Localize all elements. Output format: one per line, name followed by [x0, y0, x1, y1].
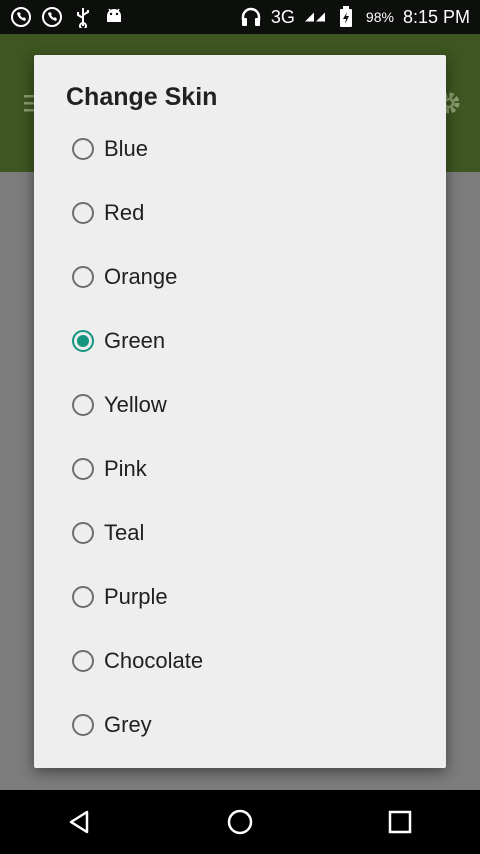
home-icon[interactable]	[220, 802, 260, 842]
change-skin-dialog: Change Skin Blue Red Orange Green Yellow Pink…	[34, 55, 446, 768]
clock: 8:15 PM	[402, 6, 470, 27]
radio-button[interactable]	[72, 650, 94, 672]
status-bar: 3G 98% 8:15 PM	[0, 0, 480, 34]
network-type: 3G	[270, 6, 295, 27]
skin-option-label: Blue	[104, 136, 149, 161]
signal-icon	[304, 6, 326, 28]
skin-option-label: Purple	[104, 584, 168, 609]
usb-icon	[72, 6, 94, 28]
phone-icon	[10, 6, 32, 28]
skin-option-label: Green	[104, 328, 166, 353]
skin-option-grey[interactable]: Grey	[72, 693, 432, 757]
radio-button[interactable]	[72, 714, 94, 736]
skin-option-purple[interactable]: Purple	[72, 565, 432, 629]
radio-button[interactable]	[72, 202, 94, 224]
android-icon	[103, 6, 125, 28]
skin-option-yellow[interactable]: Yellow	[72, 373, 432, 437]
skin-option-label: Teal	[104, 520, 145, 545]
status-bar-left	[10, 6, 125, 28]
skin-option-label: Grey	[104, 712, 152, 737]
skin-option-teal[interactable]: Teal	[72, 501, 432, 565]
skin-option-label: Pink	[104, 456, 147, 481]
navigation-bar	[0, 790, 480, 854]
skin-option-green[interactable]: Green	[72, 309, 432, 373]
skin-option-blue[interactable]: Blue	[72, 117, 432, 181]
skin-option-pink[interactable]: Pink	[72, 437, 432, 501]
skin-options-list: Blue Red Orange Green Yellow Pink Teal Purple Ch…	[72, 117, 432, 757]
radio-button[interactable]	[72, 266, 94, 288]
skin-option-label: Yellow	[104, 392, 167, 417]
radio-button-checked[interactable]	[72, 330, 94, 352]
recents-icon[interactable]	[380, 802, 420, 842]
battery-charging-icon	[335, 6, 357, 28]
skin-option-label: Orange	[104, 264, 178, 289]
phone-icon	[41, 6, 63, 28]
radio-button[interactable]	[72, 394, 94, 416]
skin-option-orange[interactable]: Orange	[72, 245, 432, 309]
status-bar-right: 3G 98% 8:15 PM	[240, 6, 470, 28]
skin-option-red[interactable]: Red	[72, 181, 432, 245]
skin-option-label: Red	[104, 200, 145, 225]
skin-option-label: Chocolate	[104, 648, 204, 673]
headset-icon	[240, 6, 262, 28]
radio-button[interactable]	[72, 522, 94, 544]
back-icon[interactable]	[60, 802, 100, 842]
dialog-title: Change Skin	[66, 83, 218, 111]
battery-level: 98%	[365, 9, 394, 25]
radio-button[interactable]	[72, 138, 94, 160]
radio-button[interactable]	[72, 458, 94, 480]
skin-option-chocolate[interactable]: Chocolate	[72, 629, 432, 693]
radio-dot	[77, 335, 89, 347]
radio-button[interactable]	[72, 586, 94, 608]
